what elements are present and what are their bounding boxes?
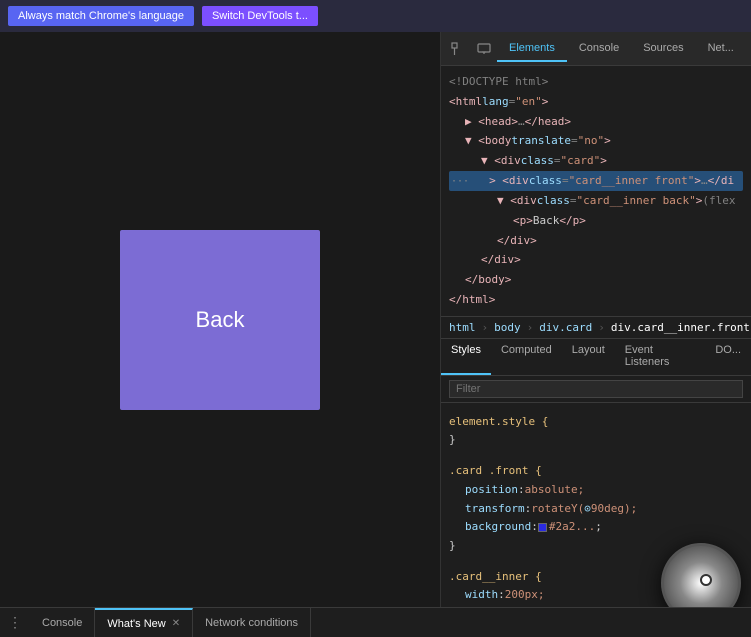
bottom-bar: ⋮ Console What's New ✕ Network condition…	[0, 607, 751, 637]
css-val-position: absolute;	[525, 481, 585, 500]
tree-line-front[interactable]: ··· > <div class="card__inner front" >…<…	[449, 171, 743, 191]
css-selector-card-front[interactable]: .card .front {	[449, 462, 542, 481]
tab-sources[interactable]: Sources	[631, 36, 695, 62]
css-val-transform: rotateY(	[531, 500, 584, 519]
color-swatch-background[interactable]	[538, 523, 547, 532]
devtools-tabs-bar: Elements Console Sources Net...	[441, 32, 751, 66]
tab-elements[interactable]: Elements	[497, 36, 567, 62]
css-prop-transform[interactable]: transform	[465, 500, 525, 519]
devtools-panel: Elements Console Sources Net... <!DOCTYP…	[440, 32, 751, 607]
tab-styles[interactable]: Styles	[441, 339, 491, 375]
bottom-left-icons: ⋮	[0, 608, 30, 637]
whats-new-label: What's New	[107, 618, 165, 630]
filter-input[interactable]	[449, 380, 743, 398]
tab-network[interactable]: Net...	[696, 36, 746, 62]
bottom-tab-network-conditions[interactable]: Network conditions	[193, 608, 311, 637]
tree-line-back[interactable]: ▼ <div class="card__inner back" > (flex	[449, 191, 743, 211]
card-back-text: Back	[196, 307, 245, 333]
tree-line-card[interactable]: ▼ <div class="card" >	[449, 151, 743, 171]
main-content: Back Elements Console Sources N	[0, 32, 751, 607]
card-preview: Back	[120, 230, 320, 410]
more-icon[interactable]: ⋮	[8, 614, 22, 631]
css-val-background: #2a2...	[549, 518, 595, 537]
whats-new-close-icon[interactable]: ✕	[172, 618, 180, 629]
css-prop-position[interactable]: position	[465, 481, 518, 500]
tree-line-close-body[interactable]: </body>	[449, 270, 743, 290]
switch-devtools-button[interactable]: Switch DevTools t...	[202, 6, 318, 26]
tree-line-html[interactable]: <html lang="en" >	[449, 92, 743, 112]
inspect-icon[interactable]	[449, 40, 467, 58]
bottom-tab-console[interactable]: Console	[30, 608, 95, 637]
css-val-width: 200px;	[505, 586, 545, 605]
css-prop-height[interactable]: height	[465, 605, 505, 607]
color-picker-handle[interactable]	[700, 574, 712, 586]
css-selector-element[interactable]: element.style {	[449, 413, 548, 432]
html-tree: <!DOCTYPE html> <html lang="en" > ▶ <hea…	[441, 66, 751, 316]
preview-panel: Back	[0, 32, 440, 607]
tree-line-doctype[interactable]: <!DOCTYPE html>	[449, 72, 743, 92]
breadcrumb-body[interactable]: body	[494, 321, 521, 334]
css-val-height: 200px;	[511, 605, 551, 607]
tree-line-close-div2[interactable]: </div>	[449, 250, 743, 270]
css-rule-element-style: element.style { }	[449, 407, 743, 450]
tab-layout[interactable]: Layout	[562, 339, 615, 375]
bottom-tab-whats-new[interactable]: What's New ✕	[95, 608, 193, 637]
css-selector-card-inner[interactable]: .card__inner {	[449, 568, 542, 587]
breadcrumb-div-card[interactable]: div.card	[539, 321, 592, 334]
breadcrumb: html › body › div.card › div.card__inner…	[441, 316, 751, 339]
network-conditions-label: Network conditions	[205, 617, 298, 629]
tab-do[interactable]: DO...	[705, 339, 751, 375]
match-language-button[interactable]: Always match Chrome's language	[8, 6, 194, 26]
tree-line-head[interactable]: ▶ <head>…</head>	[449, 112, 743, 132]
filter-bar	[441, 376, 751, 403]
tab-event-listeners[interactable]: Event Listeners	[615, 339, 706, 375]
tree-line-close-div1[interactable]: </div>	[449, 231, 743, 251]
css-prop-width[interactable]: width	[465, 586, 498, 605]
css-prop-background[interactable]: background	[465, 518, 531, 537]
top-banner: Always match Chrome's language Switch De…	[0, 0, 751, 32]
css-rule-card-front: .card .front { position : absolute; tran…	[449, 456, 743, 555]
tab-console[interactable]: Console	[567, 36, 631, 62]
breadcrumb-div-front[interactable]: div.card__inner.front	[611, 321, 750, 334]
styles-tabs-bar: Styles Computed Layout Event Listeners D…	[441, 339, 751, 376]
tab-computed[interactable]: Computed	[491, 339, 562, 375]
tree-line-close-html[interactable]: </html>	[449, 290, 743, 310]
css-rules-panel: element.style { } .card .front { positio…	[441, 403, 751, 607]
tree-line-body[interactable]: ▼ <body translate="no" >	[449, 131, 743, 151]
tree-line-p-back[interactable]: <p>Back</p>	[449, 211, 743, 231]
console-tab-label: Console	[42, 617, 82, 629]
device-icon[interactable]	[475, 40, 493, 58]
breadcrumb-html[interactable]: html	[449, 321, 476, 334]
